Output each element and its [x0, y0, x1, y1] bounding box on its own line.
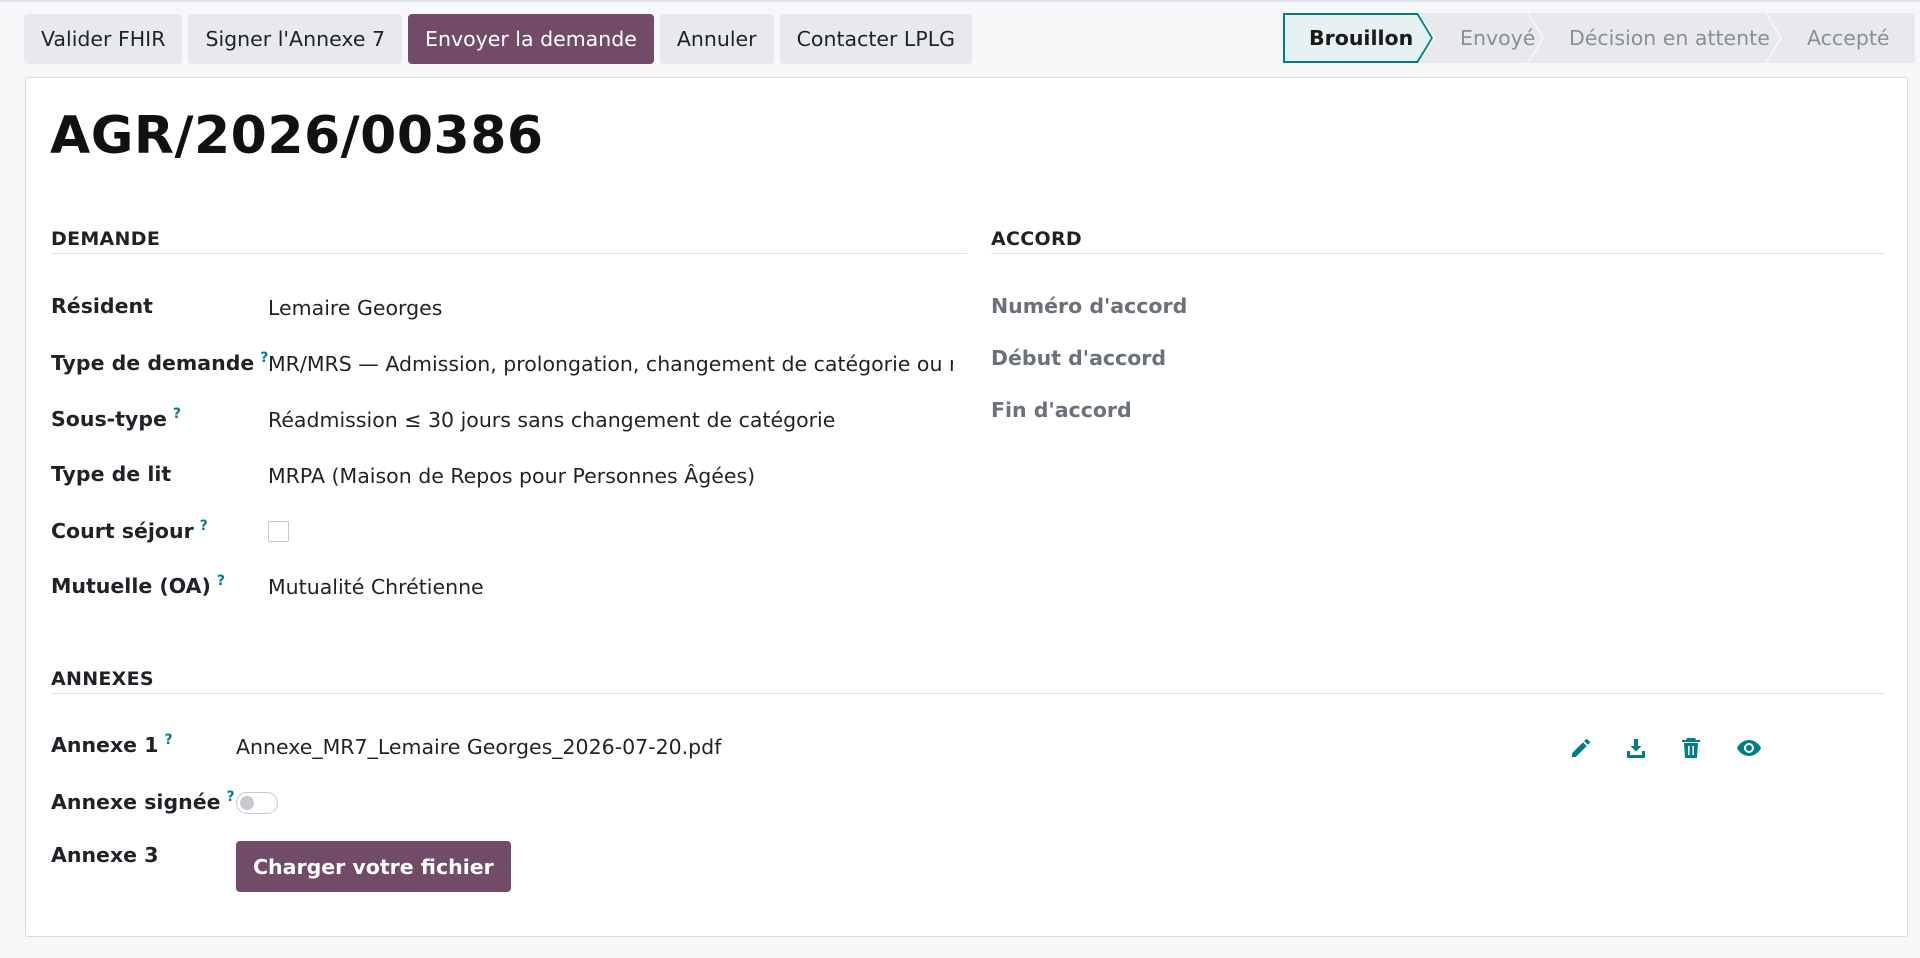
- annex-1-filename[interactable]: Annexe_MR7_Lemaire Georges_2026-07-20.pd…: [236, 735, 936, 759]
- action-toolbar: Valider FHIR Signer l'Annexe 7 Envoyer l…: [24, 14, 973, 64]
- agreement-end-label: Fin d'accord: [991, 398, 1132, 422]
- stage-draft[interactable]: Brouillon: [1283, 13, 1433, 63]
- section-title-demande: DEMANDE: [51, 228, 161, 250]
- short-stay-checkbox[interactable]: [268, 521, 289, 542]
- mutual-label: Mutuelle (OA)?: [51, 573, 225, 598]
- bed-type-value[interactable]: MRPA (Maison de Repos pour Personnes Âgé…: [268, 464, 958, 488]
- stage-sent[interactable]: Envoyé: [1420, 13, 1542, 63]
- stage-accepted-label: Accepté: [1807, 26, 1890, 50]
- resident-label-text: Résident: [51, 294, 153, 318]
- annex-3-label-text: Annexe 3: [51, 843, 159, 867]
- annex-1-label: Annexe 1?: [51, 732, 173, 757]
- request-type-value[interactable]: MR/MRS — Admission, prolongation, change…: [268, 352, 953, 376]
- section-divider-accord: [991, 253, 1885, 254]
- download-icon[interactable]: [1621, 733, 1651, 763]
- sign-annex-7-button[interactable]: Signer l'Annexe 7: [188, 14, 402, 64]
- help-icon[interactable]: ?: [227, 789, 235, 805]
- record-title: AGR/2026/00386: [50, 106, 544, 166]
- cancel-button[interactable]: Annuler: [659, 14, 774, 64]
- section-title-accord: ACCORD: [991, 228, 1082, 250]
- top-border: [0, 0, 1920, 2]
- eye-icon[interactable]: [1734, 733, 1764, 763]
- subtype-label-text: Sous-type: [51, 406, 167, 431]
- request-type-label-text: Type de demande: [51, 350, 255, 375]
- validate-fhir-button[interactable]: Valider FHIR: [24, 14, 183, 64]
- stage-decision-pending-label: Décision en attente: [1569, 26, 1770, 50]
- annex-1-label-text: Annexe 1: [51, 732, 159, 757]
- stage-decision-pending[interactable]: Décision en attente: [1529, 13, 1780, 63]
- annex-signed-label: Annexe signée?: [51, 789, 235, 814]
- form-sheet: AGR/2026/00386 DEMANDE Résident Lemaire …: [25, 77, 1908, 937]
- annex-3-label: Annexe 3: [51, 843, 159, 867]
- subtype-label: Sous-type?: [51, 406, 181, 431]
- stage-sent-label: Envoyé: [1460, 26, 1536, 50]
- help-icon[interactable]: ?: [200, 518, 208, 534]
- help-icon[interactable]: ?: [173, 406, 181, 422]
- mutual-label-text: Mutuelle (OA): [51, 573, 211, 598]
- contact-lplg-button[interactable]: Contacter LPLG: [779, 14, 973, 64]
- resident-value[interactable]: Lemaire Georges: [268, 296, 958, 320]
- section-divider-annexes: [51, 693, 1885, 694]
- stage-accepted[interactable]: Accepté: [1767, 13, 1915, 63]
- status-bar: Brouillon Envoyé Décision en attente Acc…: [1283, 13, 1915, 63]
- short-stay-label-text: Court séjour: [51, 518, 194, 543]
- help-icon[interactable]: ?: [165, 732, 173, 748]
- trash-icon[interactable]: [1676, 733, 1706, 763]
- agreement-number-label: Numéro d'accord: [991, 294, 1188, 318]
- bed-type-label: Type de lit: [51, 462, 171, 486]
- stage-draft-label: Brouillon: [1309, 26, 1414, 50]
- mutual-value[interactable]: Mutualité Chrétienne: [268, 575, 958, 599]
- annex-signed-toggle[interactable]: [236, 792, 278, 814]
- help-icon[interactable]: ?: [217, 573, 225, 589]
- send-request-button[interactable]: Envoyer la demande: [408, 14, 654, 64]
- resident-label: Résident: [51, 294, 153, 318]
- annex-signed-label-text: Annexe signée: [51, 789, 221, 814]
- short-stay-label: Court séjour?: [51, 518, 208, 543]
- toggle-knob: [240, 796, 254, 810]
- section-title-annexes: ANNEXES: [51, 668, 154, 690]
- request-type-label: Type de demande?: [51, 350, 268, 375]
- edit-icon[interactable]: [1566, 733, 1596, 763]
- bed-type-label-text: Type de lit: [51, 462, 172, 486]
- section-divider-demande: [51, 253, 967, 254]
- subtype-value[interactable]: Réadmission ≤ 30 jours sans changement d…: [268, 408, 958, 432]
- upload-file-button[interactable]: Charger votre fichier: [236, 841, 511, 892]
- agreement-start-label: Début d'accord: [991, 346, 1167, 370]
